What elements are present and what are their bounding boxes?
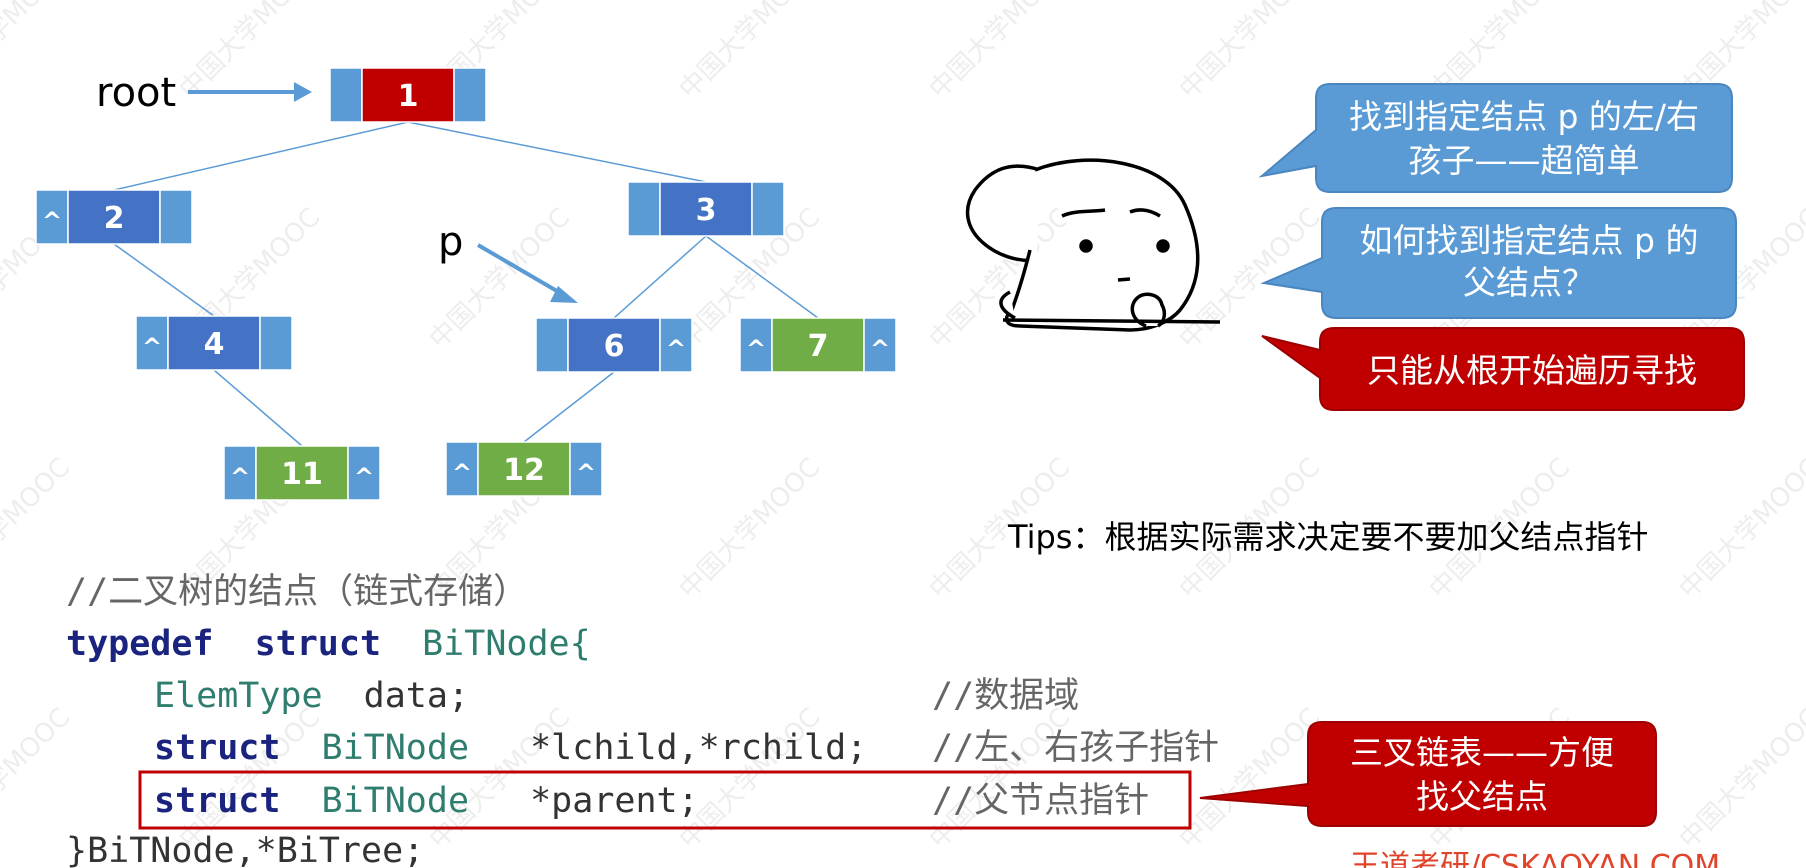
code-line-2: ElemType data; bbox=[154, 676, 469, 716]
tree-node-7: ^ 7 ^ bbox=[739, 317, 897, 373]
node-11-node-value: 11 bbox=[281, 457, 323, 492]
tree-edges bbox=[113, 121, 819, 447]
code-line-4-rest: *parent; bbox=[530, 781, 699, 821]
watermark-text: 中国大学MOOC bbox=[0, 0, 76, 105]
watermark-text: 中国大学MOOC bbox=[0, 453, 76, 605]
tree-edge-n6-n12 bbox=[523, 371, 615, 443]
tips-text: Tips：根据实际需求决定要不要加父结点指针 bbox=[1007, 518, 1648, 556]
node-2-right-pointer-cell bbox=[159, 189, 193, 245]
code-line-2-type: ElemType bbox=[154, 676, 323, 716]
bubble-3-line1: 只能从根开始遍历寻找 bbox=[1367, 351, 1697, 390]
watermark-text: 中国大学MOOC bbox=[924, 0, 1076, 105]
code-line-4-comment: //父节点指针 bbox=[932, 781, 1149, 821]
brand-footer: 王道考研/CSKAOYAN.COM bbox=[1350, 849, 1720, 868]
node-4-right-pointer-cell bbox=[259, 315, 293, 371]
watermark-text: 中国大学MOOC bbox=[674, 703, 826, 855]
speech-bubble-1: 找到指定结点 p 的左/右 孩子——超简单 bbox=[1258, 83, 1733, 193]
speech-bubble-3: 只能从根开始遍历寻找 bbox=[1261, 327, 1745, 411]
node-12-left-pointer: ^ bbox=[452, 459, 472, 487]
code-struct-name: BiTNode{ bbox=[422, 624, 591, 664]
bubble-4-line2: 找父结点 bbox=[1416, 777, 1548, 816]
watermark-text: 中国大学MOOC bbox=[924, 703, 1076, 855]
bubble-2-line1: 如何找到指定结点 p 的 bbox=[1360, 221, 1699, 260]
node-1-node-value: 1 bbox=[398, 79, 419, 114]
bubble-1-line2: 孩子——超简单 bbox=[1409, 141, 1640, 180]
node-4-left-pointer: ^ bbox=[142, 333, 162, 361]
code-line-1: typedef struct BiTNode{ bbox=[66, 624, 591, 664]
watermark-text: 中国大学MOOC bbox=[1174, 0, 1326, 105]
tree-node-2: ^ 2 bbox=[35, 189, 193, 245]
tree-nodes: 1^ 2 3^ 4 6 ^ ^ 7 ^^ 11 ^ ^ 12 ^ bbox=[35, 67, 897, 501]
code-kw-struct: struct bbox=[255, 624, 381, 664]
tree-edge-n1-n2 bbox=[113, 121, 409, 191]
tree-node-3: 3 bbox=[627, 181, 785, 237]
speech-bubble-2: 如何找到指定结点 p 的 父结点？ bbox=[1260, 207, 1737, 319]
tree-node-11: ^ 11 ^ bbox=[223, 445, 381, 501]
node-6-right-pointer: ^ bbox=[666, 335, 686, 363]
tree-edge-n3-n6 bbox=[613, 235, 707, 319]
code-comment-title: //二叉树的结点（链式存储） bbox=[66, 572, 528, 612]
node-1-left-pointer-cell bbox=[329, 67, 363, 123]
code-line-3-type: BiTNode bbox=[322, 728, 470, 768]
watermark-text: 中国大学MOOC bbox=[674, 453, 826, 605]
node-6-node-value: 6 bbox=[604, 329, 625, 364]
code-line-4: struct BiTNode *parent; bbox=[154, 781, 699, 821]
watermark-text: 中国大学MOOC bbox=[1674, 453, 1806, 605]
node-7-node-value: 7 bbox=[808, 329, 829, 364]
root-label: root bbox=[96, 70, 176, 116]
watermark-text: 中国大学MOOC bbox=[1674, 703, 1806, 855]
node-3-node-value: 3 bbox=[696, 193, 717, 228]
thinking-face-drawing bbox=[966, 158, 1221, 332]
node-1-right-pointer-cell bbox=[453, 67, 487, 123]
tree-node-4: ^ 4 bbox=[135, 315, 293, 371]
bubble-2-line2: 父结点？ bbox=[1463, 263, 1595, 302]
tree-node-1: 1 bbox=[329, 67, 487, 123]
node-7-right-pointer: ^ bbox=[870, 335, 890, 363]
node-6-left-pointer-cell bbox=[535, 317, 569, 373]
code-line-5: }BiTNode,*BiTree; bbox=[66, 831, 424, 868]
node-2-node-value: 2 bbox=[104, 201, 125, 236]
tree-edge-n4-n11 bbox=[213, 369, 303, 447]
watermark-text: 中国大学MOOC bbox=[0, 703, 76, 855]
node-2-left-pointer: ^ bbox=[42, 207, 62, 235]
p-label: p bbox=[438, 219, 463, 265]
code-line-3-rest: *lchild,*rchild; bbox=[530, 728, 867, 768]
node-12-node-value: 12 bbox=[503, 453, 545, 488]
bubble-1-line1: 找到指定结点 p 的左/右 bbox=[1349, 97, 1699, 136]
code-kw-typedef: typedef bbox=[66, 624, 214, 664]
code-line-3-kw: struct bbox=[154, 728, 280, 768]
node-11-right-pointer: ^ bbox=[354, 463, 374, 491]
node-11-left-pointer: ^ bbox=[230, 463, 250, 491]
code-line-4-type: BiTNode bbox=[322, 781, 470, 821]
code-line-2-comment: //数据域 bbox=[932, 676, 1079, 716]
tree-node-12: ^ 12 ^ bbox=[445, 441, 603, 497]
node-3-left-pointer-cell bbox=[627, 181, 661, 237]
node-3-right-pointer-cell bbox=[751, 181, 785, 237]
code-line-2-rest: data; bbox=[364, 676, 469, 716]
node-4-node-value: 4 bbox=[204, 327, 225, 362]
code-line-4-kw: struct bbox=[154, 781, 280, 821]
code-line-3-comment: //左、右孩子指针 bbox=[932, 728, 1219, 768]
watermark-text: 中国大学MOOC bbox=[1174, 703, 1326, 855]
node-7-left-pointer: ^ bbox=[746, 335, 766, 363]
bubble-4-line1: 三叉链表——方便 bbox=[1350, 733, 1614, 772]
node-12-right-pointer: ^ bbox=[576, 459, 596, 487]
tree-edge-n1-n3 bbox=[407, 121, 707, 183]
watermark-text: 中国大学MOOC bbox=[424, 703, 576, 855]
tree-node-6: 6 ^ bbox=[535, 317, 693, 373]
lecture-slide: 中国大学MOOC 中国大学MOOC 中国大学MOOC 中国大学MOOC 中国大学MOOC… bbox=[0, 0, 1806, 868]
tree-edge-n2-n4 bbox=[113, 243, 215, 317]
watermark-text: 中国大学MOOC bbox=[674, 0, 826, 105]
